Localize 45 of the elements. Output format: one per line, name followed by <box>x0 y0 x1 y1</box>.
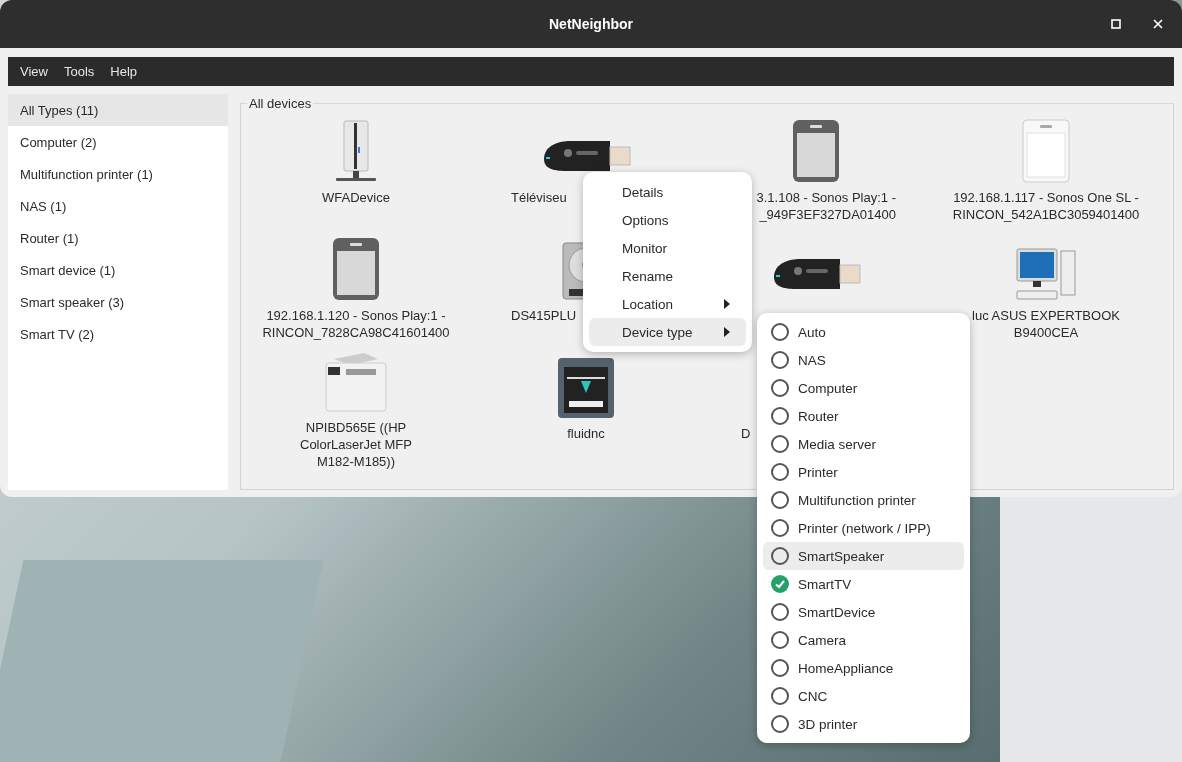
radio-menu-item[interactable]: CNC <box>763 682 964 710</box>
sidebar-item[interactable]: All Types (11) <box>8 94 228 126</box>
menu-item[interactable]: Location <box>589 290 746 318</box>
group-title: All devices <box>248 96 313 111</box>
radio-menu-item[interactable]: SmartTV <box>763 570 964 598</box>
sidebar-item[interactable]: Multifunction printer (1) <box>8 158 228 190</box>
device-label[interactable]: WFADevice <box>241 189 471 206</box>
menu-item[interactable]: Options <box>589 206 746 234</box>
3d-printer-icon[interactable] <box>557 357 615 419</box>
close-icon[interactable] <box>1153 19 1163 29</box>
device-label[interactable]: NPIBD565E ((HP ColorLaserJet MFP M182-M185)) <box>241 419 471 470</box>
radio-menu-item[interactable]: Printer <box>763 458 964 486</box>
radio-menu-item[interactable]: NAS <box>763 346 964 374</box>
radio-menu-item[interactable]: Router <box>763 402 964 430</box>
radio-menu-item[interactable]: SmartDevice <box>763 598 964 626</box>
radio-menu-item[interactable]: Computer <box>763 374 964 402</box>
menu-item[interactable]: Monitor <box>589 234 746 262</box>
radio-menu-item[interactable]: Camera <box>763 626 964 654</box>
radio-menu-item[interactable]: Auto <box>763 318 964 346</box>
device-label[interactable]: fluidnc <box>471 425 701 442</box>
sidebar-item[interactable]: Smart device (1) <box>8 254 228 286</box>
menu-item[interactable]: Rename <box>589 262 746 290</box>
window-title: NetNeighbor <box>549 16 633 32</box>
menu-item[interactable]: Device type <box>589 318 746 346</box>
radio-menu-item[interactable]: Multifunction printer <box>763 486 964 514</box>
radio-menu-item[interactable]: 3D printer <box>763 710 964 738</box>
speaker-icon[interactable] <box>792 119 840 183</box>
menu-item[interactable]: Details <box>589 178 746 206</box>
radio-menu-item[interactable]: SmartSpeaker <box>763 542 964 570</box>
radio-menu-item[interactable]: Media server <box>763 430 964 458</box>
sidebar-item[interactable]: Router (1) <box>8 222 228 254</box>
menu-item[interactable]: Help <box>110 62 138 81</box>
radio-menu-item[interactable]: Printer (network / IPP) <box>763 514 964 542</box>
radio-menu-item[interactable]: HomeAppliance <box>763 654 964 682</box>
device-label[interactable]: 192.168.1.117 - Sonos One SL - RINCON_542A1BC3059401400 <box>931 189 1161 223</box>
menu-item[interactable]: Tools <box>63 62 95 81</box>
speaker-icon[interactable] <box>332 237 380 301</box>
sidebar-item[interactable]: Smart TV (2) <box>8 318 228 350</box>
sidebar-item[interactable]: NAS (1) <box>8 190 228 222</box>
device-label[interactable]: 192.168.1.120 - Sonos Play:1 - RINCON_7828CA98C41601400 <box>241 307 471 341</box>
sidebar-item[interactable]: Smart speaker (3) <box>8 286 228 318</box>
menu-item[interactable]: View <box>20 62 48 81</box>
maximize-icon[interactable] <box>1111 19 1121 29</box>
desktop-computer-icon[interactable] <box>1015 247 1077 301</box>
sidebar-item[interactable]: Computer (2) <box>8 126 228 158</box>
